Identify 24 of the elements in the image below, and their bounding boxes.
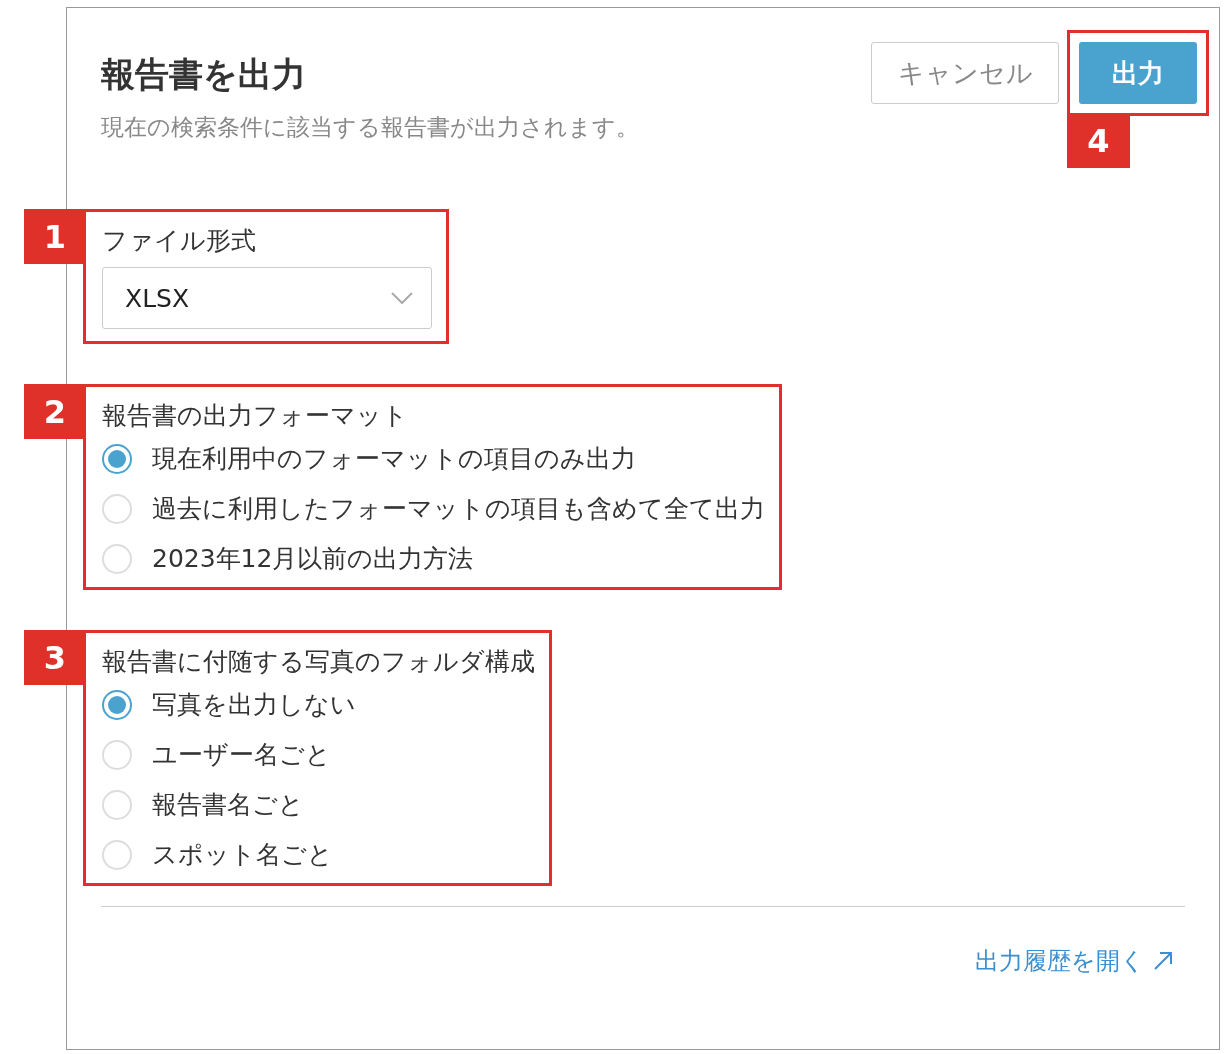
radio-label: 過去に利用したフォーマットの項目も含めて全て出力 bbox=[152, 493, 765, 525]
field-label: 報告書の出力フォーマット bbox=[102, 400, 409, 432]
export-button[interactable]: 出力 bbox=[1079, 42, 1197, 104]
annotation-number: 2 bbox=[24, 384, 86, 439]
field-label: 報告書に付随する写真のフォルダ構成 bbox=[102, 646, 535, 678]
annotation-number: 3 bbox=[24, 630, 86, 685]
annotation-number: 1 bbox=[24, 209, 86, 264]
radio-label: 報告書名ごと bbox=[152, 789, 304, 821]
radio-label: 写真を出力しない bbox=[152, 689, 356, 721]
file-format-dropdown[interactable]: XLSX bbox=[102, 267, 432, 329]
field-label: ファイル形式 bbox=[102, 225, 257, 257]
radio-button[interactable] bbox=[102, 443, 132, 474]
history-link[interactable]: 出力履歴を開く bbox=[975, 945, 1145, 977]
dialog-subtitle: 現在の検索条件に該当する報告書が出力されます。 bbox=[101, 113, 639, 142]
radio-label: スポット名ごと bbox=[152, 839, 333, 871]
radio-label: ユーザー名ごと bbox=[152, 739, 331, 771]
external-arrow-icon bbox=[1153, 951, 1173, 971]
dialog-title: 報告書を出力 bbox=[101, 53, 307, 96]
radio-label: 2023年12月以前の出力方法 bbox=[152, 543, 474, 575]
cancel-button[interactable]: キャンセル bbox=[871, 42, 1059, 104]
radio-button[interactable] bbox=[102, 689, 132, 720]
annotation-number: 4 bbox=[1067, 113, 1130, 168]
radio-label: 現在利用中のフォーマットの項目のみ出力 bbox=[152, 443, 636, 475]
chevron-down-icon bbox=[391, 292, 413, 304]
